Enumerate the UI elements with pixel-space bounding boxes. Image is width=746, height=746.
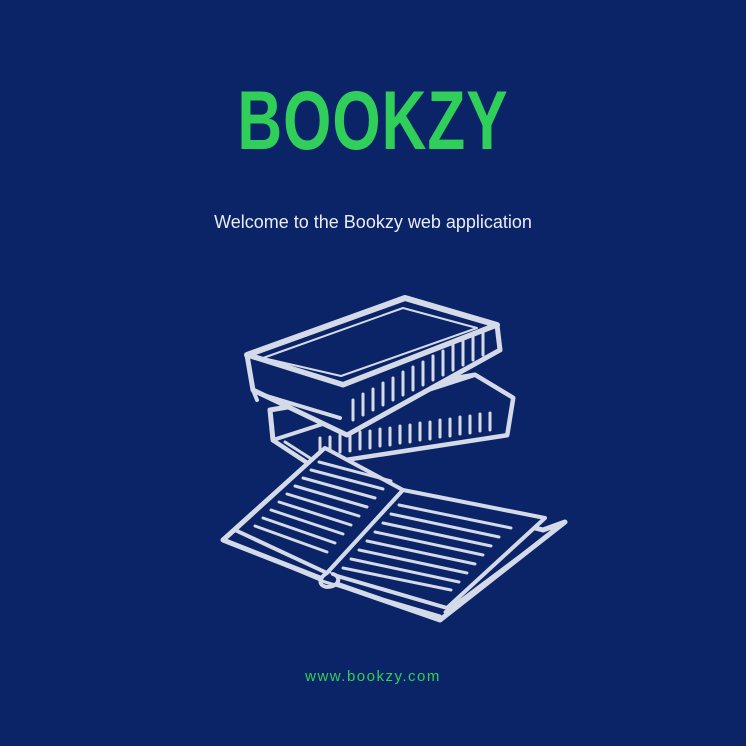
- brand-logo: BOOKZY: [237, 74, 509, 168]
- website-url[interactable]: www.bookzy.com: [0, 668, 746, 685]
- open-book: [220, 446, 568, 623]
- books-icon: [220, 295, 568, 623]
- welcome-message: Welcome to the Bookzy web application: [214, 212, 532, 232]
